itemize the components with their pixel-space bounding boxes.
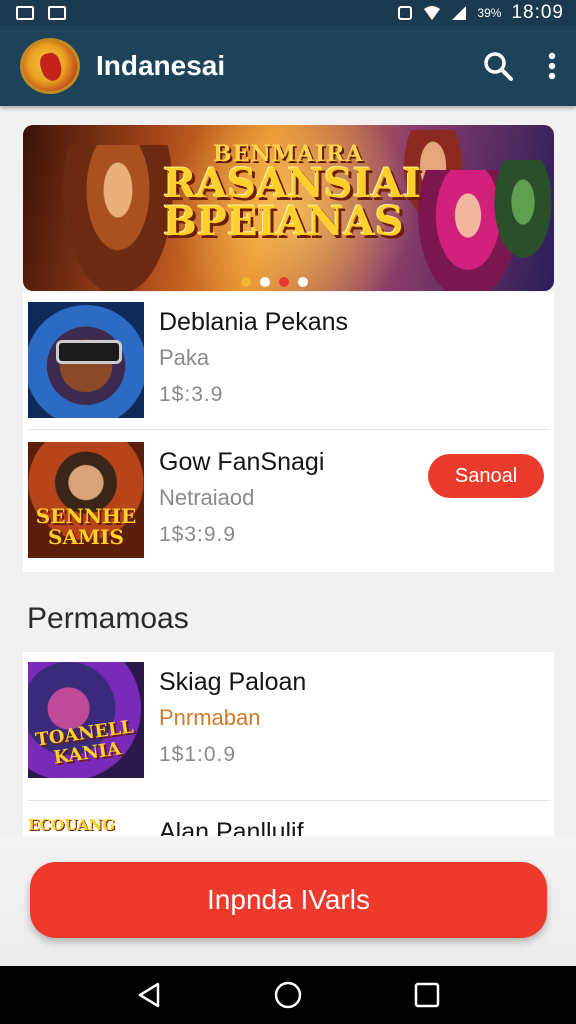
game-list-item[interactable]: ECOUANG Alan Panllulif [28,812,549,836]
carousel-dot[interactable] [298,277,308,287]
primary-action-button[interactable]: Inpnda IVarls [30,862,547,938]
banner-title: RASANSIAI BPEIANAS [163,160,422,245]
recents-icon[interactable] [414,982,440,1008]
game-list-item[interactable]: Deblania Pekans Paka 1$:3.9 [28,302,549,432]
divider [28,429,549,430]
app-bar: Indanesai [0,26,576,106]
game-thumbnail[interactable]: SENNHE SAMIS [28,442,144,558]
game-price: 1$3:9.9 [159,523,237,546]
system-navigation-bar [0,966,576,1024]
game-price: 1$1:0.9 [159,743,237,766]
main-content[interactable]: BENMAIRA RASANSIAI BPEIANAS Deblania Pek… [0,106,576,836]
divider [28,800,549,801]
more-options-icon[interactable] [548,52,556,80]
carousel-dot[interactable] [260,277,270,287]
game-list-item[interactable]: SENNHE SAMIS Gow FanSnagi Netraiaod 1$3:… [28,442,549,572]
game-title: Gow FanSnagi [159,448,325,476]
game-title: Alan Panllulif [159,818,304,836]
game-price: 1$:3.9 [159,383,224,406]
carousel-dot[interactable] [279,277,289,287]
list-card: TOANELL KANIA Skiag Paloan Pnrmaban 1$1:… [23,652,554,836]
message-notification-icon [48,6,66,20]
battery-level: 39% [477,6,502,20]
bottom-action-area: Inpnda IVarls [0,836,576,966]
app-logo[interactable] [20,38,80,94]
home-icon[interactable] [273,980,303,1010]
thumbnail-logo-text: SENNHE SAMIS [35,504,137,549]
game-thumbnail[interactable]: TOANELL KANIA [28,662,144,778]
gallery-notification-icon [16,6,34,20]
thumbnail-logo-text: ECOUANG [28,816,116,834]
wifi-icon [424,6,441,20]
game-thumbnail[interactable]: ECOUANG [28,812,144,836]
search-icon[interactable] [482,50,514,82]
game-list-item[interactable]: TOANELL KANIA Skiag Paloan Pnrmaban 1$1:… [28,662,549,792]
featured-card: Deblania Pekans Paka 1$:3.9 SENNHE SAMIS… [23,292,554,572]
game-subtitle: Netraiaod [159,485,255,510]
signal-icon [452,6,467,20]
game-subtitle: Pnrmaban [159,705,261,730]
banner-hero-orc [483,160,554,280]
carousel-indicator[interactable] [241,277,308,287]
section-title: Permamoas [27,602,189,635]
clock: 18:09 [511,2,564,23]
back-icon[interactable] [136,981,162,1009]
sale-badge-button[interactable]: Sanoal [428,454,544,498]
nfc-icon [398,6,413,20]
game-subtitle: Paka [159,345,210,370]
promo-banner[interactable]: BENMAIRA RASANSIAI BPEIANAS [23,125,554,291]
banner-hero-warrior [63,145,173,291]
app-title: Indanesai [96,50,226,81]
carousel-dot[interactable] [241,277,251,287]
status-bar: 39% 18:09 [0,0,576,26]
game-title: Deblania Pekans [159,308,349,336]
thumbnail-logo-text: TOANELL KANIA [34,716,135,769]
game-thumbnail[interactable] [28,302,144,418]
game-title: Skiag Paloan [159,668,307,696]
